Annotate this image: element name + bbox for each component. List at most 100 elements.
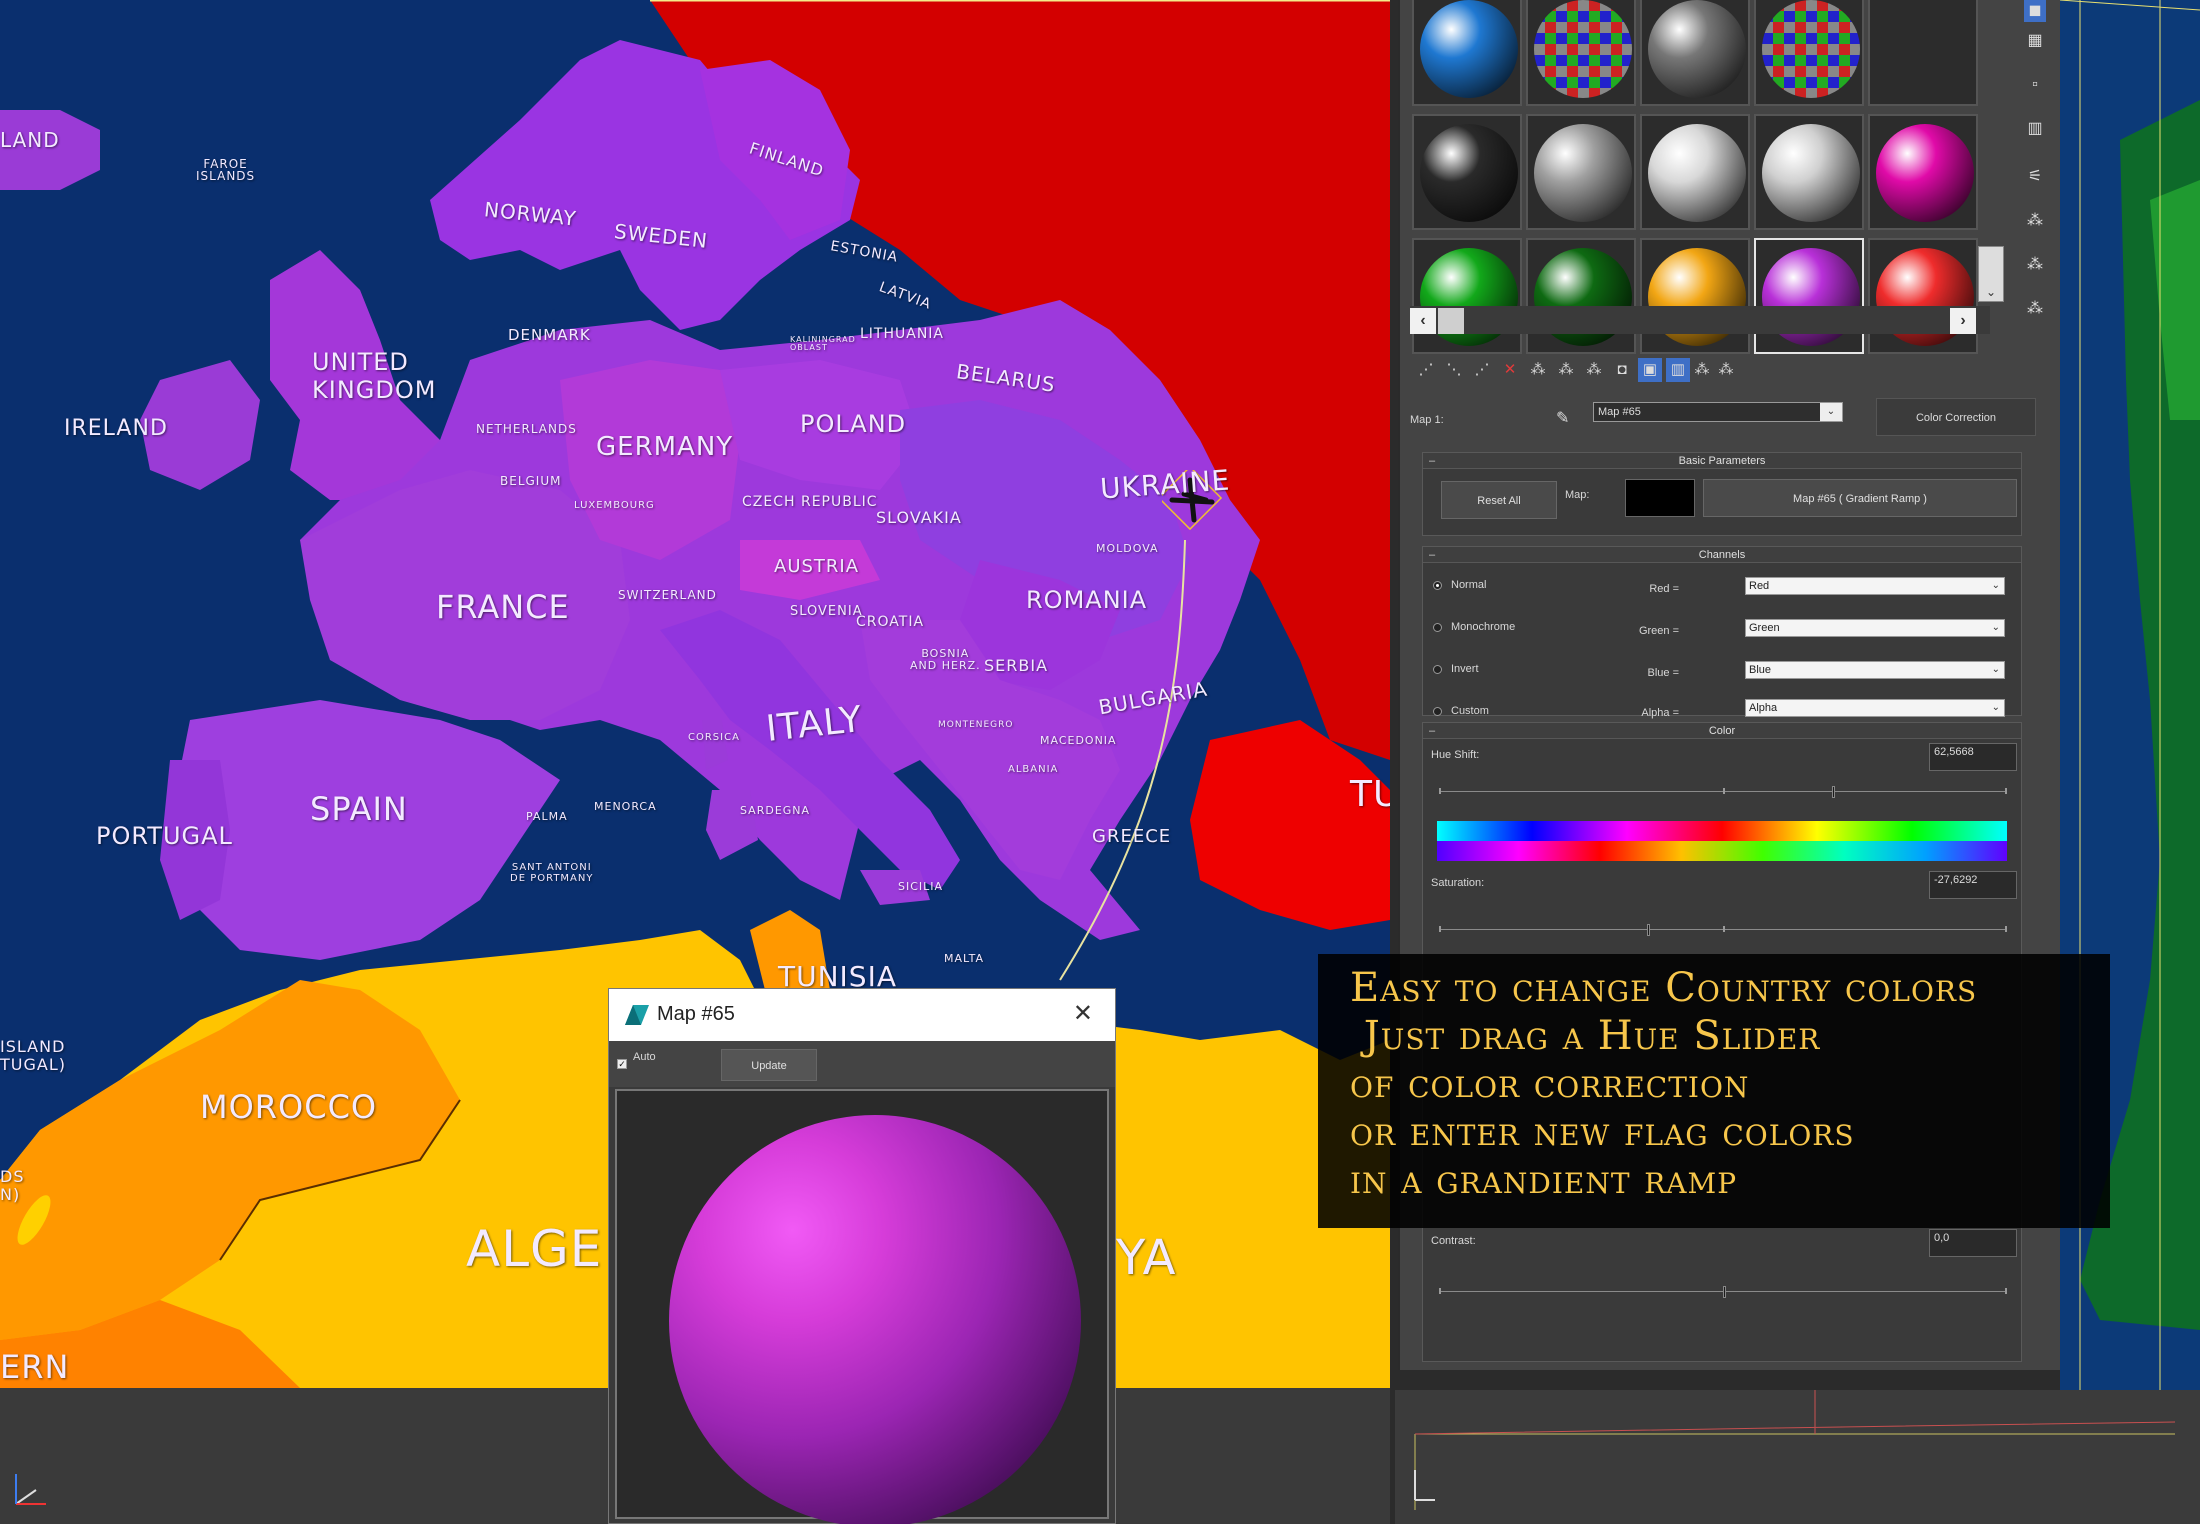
material-sphere	[1876, 124, 1974, 222]
show-map-icon[interactable]: ▣	[1638, 358, 1662, 382]
select-by-material-icon[interactable]: ⁂	[2024, 210, 2046, 232]
go-forward-sibling-icon[interactable]: ⁂	[1714, 358, 1738, 382]
collapse-icon[interactable]: –	[1429, 723, 1435, 739]
material-slot[interactable]	[1868, 114, 1978, 230]
radio-indicator[interactable]	[1433, 707, 1442, 716]
radio-indicator[interactable]	[1433, 623, 1442, 632]
material-sphere	[1648, 0, 1746, 98]
material-slot[interactable]	[1754, 238, 1864, 354]
label-palma: PALMA	[526, 810, 568, 823]
collapse-icon[interactable]: –	[1429, 453, 1435, 469]
hue-shift-handle[interactable]	[1832, 786, 1835, 798]
radio-indicator[interactable]	[1433, 581, 1442, 590]
assign-to-selection-icon[interactable]: ⋰	[1470, 358, 1494, 382]
material-slot[interactable]	[1640, 0, 1750, 106]
color-check-icon[interactable]: ▥	[2024, 118, 2046, 140]
material-slot[interactable]	[1868, 238, 1978, 354]
reset-all-button[interactable]: Reset All	[1441, 481, 1557, 519]
channels-header[interactable]: – Channels	[1423, 547, 2021, 563]
gradient-ramp-button[interactable]: Map #65 ( Gradient Ramp )	[1703, 479, 2017, 517]
slots-horizontal-scrollbar[interactable]: ‹ ›	[1410, 306, 1990, 334]
auto-label: Auto	[633, 1051, 656, 1063]
chevron-down-icon[interactable]: ⌄	[1992, 620, 2000, 636]
saturation-field[interactable]: -27,6292	[1929, 871, 2017, 899]
channels-rollout: – Channels Normal Monochrome Invert Cust…	[1422, 546, 2022, 719]
label-poland: POLAND	[800, 410, 907, 438]
material-slot[interactable]	[1640, 238, 1750, 354]
update-button[interactable]: Update	[721, 1049, 817, 1081]
map-name-dropdown[interactable]: Map #65 ⌄	[1593, 402, 1843, 422]
promo-line: of color correction	[1350, 1061, 1750, 1107]
show-end-result-icon[interactable]: ▥	[1666, 358, 1690, 382]
scroll-thumb[interactable]	[1438, 308, 1464, 334]
material-slot[interactable]	[1412, 238, 1522, 354]
slots-vertical-scrollbar[interactable]: ⌄	[1978, 246, 2004, 302]
show-shaded-icon[interactable]: ◘	[1610, 358, 1634, 382]
material-slot[interactable]	[1526, 238, 1636, 354]
eyedropper-icon[interactable]: ✎	[1556, 408, 1569, 428]
make-unique-icon[interactable]: ⁂	[1526, 358, 1550, 382]
blue-channel-dropdown[interactable]: Blue ⌄	[1745, 661, 2005, 679]
chevron-down-icon[interactable]: ⌄	[1992, 662, 2000, 678]
chevron-down-icon[interactable]: ⌄	[1992, 578, 2000, 594]
sample-uv-icon[interactable]: ▫	[2024, 74, 2046, 96]
auto-checkbox[interactable]: ✓	[617, 1059, 627, 1069]
material-navigator-icon[interactable]: ⁂	[2024, 254, 2046, 276]
preview-titlebar[interactable]: Map #65 ✕	[609, 989, 1115, 1041]
get-material-icon[interactable]: ⋰	[1414, 358, 1438, 382]
put-to-library-icon[interactable]: ⁂	[1554, 358, 1578, 382]
radio-indicator[interactable]	[1433, 665, 1442, 674]
material-slot[interactable]	[1526, 0, 1636, 106]
radio-normal-label: Normal	[1451, 579, 1487, 591]
blue-channel-value: Blue	[1749, 664, 1772, 676]
map-preview-window[interactable]: Map #65 ✕ ✓ Auto Update	[608, 988, 1116, 1524]
alpha-channel-dropdown[interactable]: Alpha ⌄	[1745, 699, 2005, 717]
saturation-slider[interactable]	[1439, 923, 2007, 937]
contrast-handle[interactable]	[1723, 1286, 1726, 1298]
label-moldova: MOLDOVA	[1096, 542, 1159, 555]
chevron-down-icon[interactable]: ⌄	[1820, 403, 1842, 421]
hue-shift-slider[interactable]	[1439, 785, 2007, 799]
label-faroe: FAROE ISLANDS	[196, 157, 256, 183]
green-channel-dropdown[interactable]: Green ⌄	[1745, 619, 2005, 637]
secondary-viewport[interactable]	[2060, 0, 2200, 1524]
scroll-right-icon[interactable]: ›	[1950, 308, 1976, 334]
checker-background-icon[interactable]: ▦	[2024, 30, 2046, 52]
saturation-handle[interactable]	[1647, 924, 1650, 936]
label-albania: ALBANIA	[1008, 764, 1059, 775]
axis-gizmo-icon	[15, 1474, 46, 1505]
viewport-bottom-right	[1395, 1390, 2200, 1524]
hue-shift-field[interactable]: 62,5668	[1929, 743, 2017, 771]
material-slot[interactable]	[1754, 0, 1864, 106]
red-channel-dropdown[interactable]: Red ⌄	[1745, 577, 2005, 595]
scroll-down-icon[interactable]: ⌄	[1986, 285, 1996, 299]
go-to-parent-icon[interactable]: ⁂	[1690, 358, 1714, 382]
label-uk: UNITED KINGDOM	[312, 348, 437, 404]
color-header[interactable]: – Color	[1423, 723, 2021, 739]
material-options-icon[interactable]: ⚟	[2024, 166, 2046, 188]
options-icon[interactable]: ⁂	[2024, 298, 2046, 320]
scroll-left-icon[interactable]: ‹	[1410, 308, 1436, 334]
put-to-scene-icon[interactable]: ⋱	[1442, 358, 1466, 382]
material-slot[interactable]	[1754, 114, 1864, 230]
close-icon[interactable]: ✕	[1073, 999, 1093, 1028]
background-toggle-icon[interactable]: ◼	[2024, 0, 2046, 22]
basic-parameters-header[interactable]: – Basic Parameters	[1423, 453, 2021, 469]
material-sphere	[1876, 0, 1974, 98]
contrast-field[interactable]: 0,0	[1929, 1229, 2017, 1257]
map-color-swatch[interactable]	[1625, 479, 1695, 517]
material-slot[interactable]	[1412, 0, 1522, 106]
material-sphere	[1762, 124, 1860, 222]
map-type-button[interactable]: Color Correction	[1876, 398, 2036, 436]
collapse-icon[interactable]: –	[1429, 547, 1435, 563]
material-sphere	[1420, 0, 1518, 98]
material-slot[interactable]	[1412, 114, 1522, 230]
material-slot[interactable]	[1526, 114, 1636, 230]
material-slot[interactable]	[1868, 0, 1978, 106]
contrast-slider[interactable]	[1439, 1285, 2007, 1299]
material-id-icon[interactable]: ⁂	[1582, 358, 1606, 382]
reset-map-icon[interactable]: ✕	[1498, 358, 1522, 382]
chevron-down-icon[interactable]: ⌄	[1992, 700, 2000, 716]
preview-canvas	[615, 1089, 1109, 1524]
material-slot[interactable]	[1640, 114, 1750, 230]
